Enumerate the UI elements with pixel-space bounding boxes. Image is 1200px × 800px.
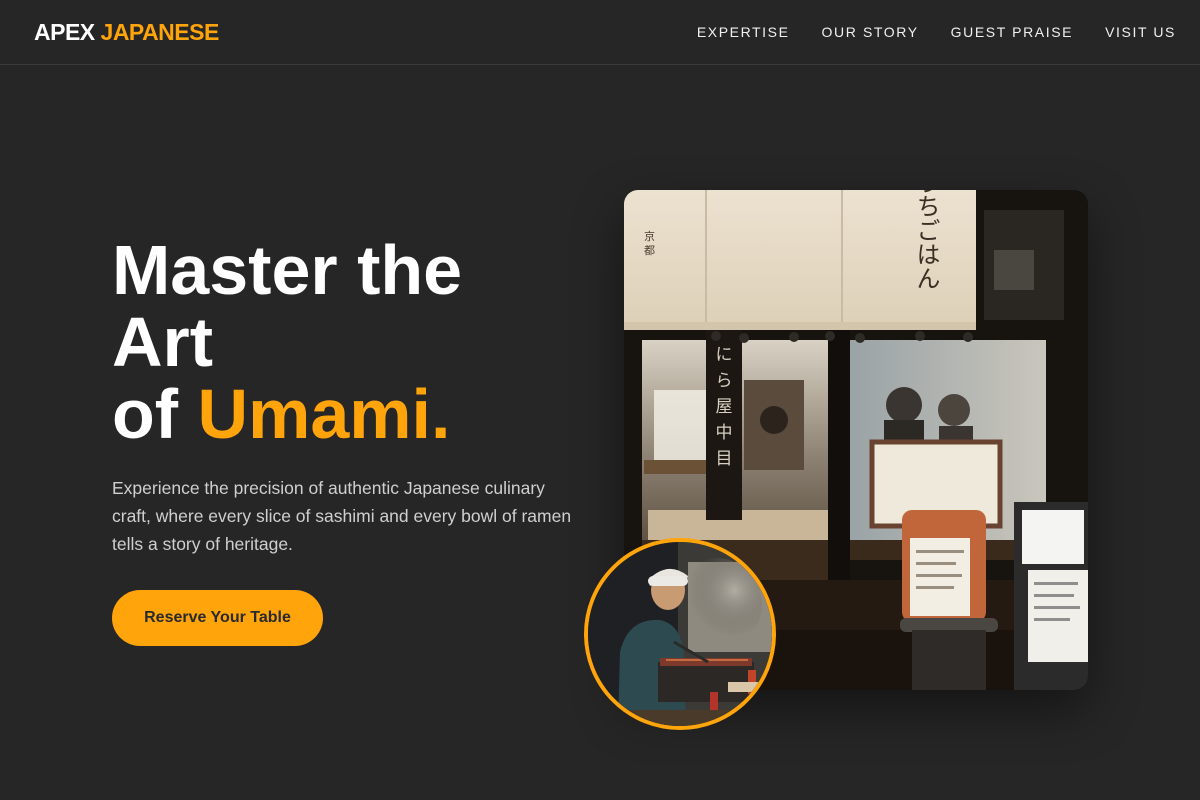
svg-text:ら: ら <box>716 371 733 391</box>
reserve-table-button[interactable]: Reserve Your Table <box>112 590 323 646</box>
hero-title-accent: Umami. <box>197 375 451 453</box>
hero-title-line3-prefix: of <box>112 375 179 453</box>
hero-title-line2: Art <box>112 303 214 381</box>
chef-grilling-image <box>584 538 776 730</box>
svg-text:目: 目 <box>716 449 733 469</box>
brand-logo[interactable]: APEX JAPANESE <box>34 19 219 46</box>
nav-link-our-story[interactable]: OUR STORY <box>822 24 919 40</box>
nav-link-visit-us[interactable]: VISIT US <box>1105 24 1176 40</box>
navbar: APEX JAPANESE EXPERTISE OUR STORY GUEST … <box>0 0 1200 65</box>
svg-text:に: に <box>716 345 733 365</box>
hero-description: Experience the precision of authentic Ja… <box>112 478 572 554</box>
svg-text:屋: 屋 <box>716 397 733 417</box>
brand-name-primary: APEX <box>34 18 95 45</box>
hero-title: Master the Art of Umami. <box>112 234 552 450</box>
nav-link-guest-praise[interactable]: GUEST PRAISE <box>951 24 1073 40</box>
svg-text:都: 都 <box>644 244 655 257</box>
brand-name-accent: JAPANESE <box>100 18 220 45</box>
hero-title-line1: Master the <box>112 231 463 309</box>
noren-text: おうちごはん <box>912 190 940 290</box>
svg-text:京: 京 <box>644 229 655 243</box>
nav-link-expertise[interactable]: EXPERTISE <box>697 24 790 40</box>
svg-text:中: 中 <box>716 423 733 443</box>
nav-menu: EXPERTISE OUR STORY GUEST PRAISE VISIT U… <box>697 24 1176 40</box>
